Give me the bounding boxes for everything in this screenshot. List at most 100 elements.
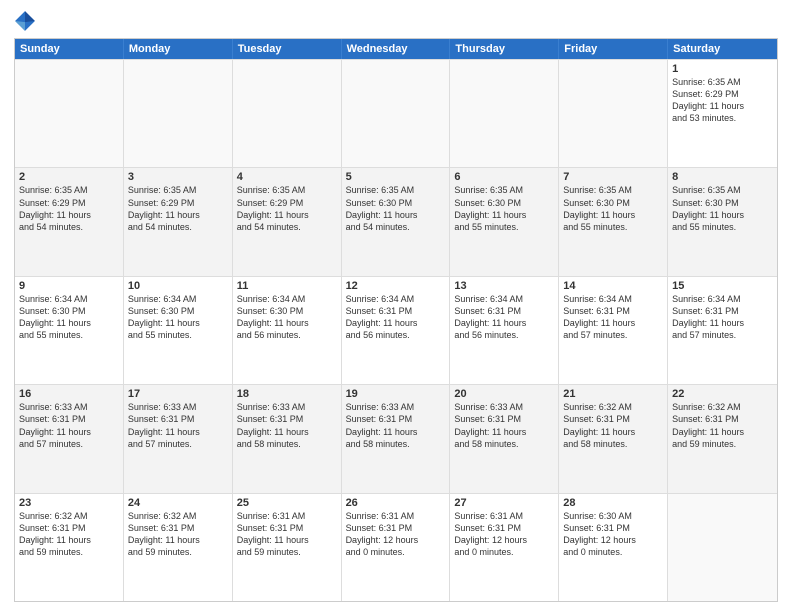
day-number: 22 — [672, 388, 773, 400]
day-number: 25 — [237, 497, 337, 509]
calendar-cell: 2Sunrise: 6:35 AM Sunset: 6:29 PM Daylig… — [15, 168, 124, 275]
cell-text: Sunrise: 6:34 AM Sunset: 6:31 PM Dayligh… — [346, 293, 446, 342]
calendar-cell: 16Sunrise: 6:33 AM Sunset: 6:31 PM Dayli… — [15, 385, 124, 492]
cell-text: Sunrise: 6:34 AM Sunset: 6:31 PM Dayligh… — [672, 293, 773, 342]
day-number: 26 — [346, 497, 446, 509]
cell-text: Sunrise: 6:30 AM Sunset: 6:31 PM Dayligh… — [563, 510, 663, 559]
page: SundayMondayTuesdayWednesdayThursdayFrid… — [0, 0, 792, 612]
cell-text: Sunrise: 6:34 AM Sunset: 6:31 PM Dayligh… — [454, 293, 554, 342]
calendar-cell: 21Sunrise: 6:32 AM Sunset: 6:31 PM Dayli… — [559, 385, 668, 492]
calendar-cell — [15, 60, 124, 167]
calendar-cell: 22Sunrise: 6:32 AM Sunset: 6:31 PM Dayli… — [668, 385, 777, 492]
cell-text: Sunrise: 6:32 AM Sunset: 6:31 PM Dayligh… — [128, 510, 228, 559]
calendar-header-cell: Monday — [124, 39, 233, 59]
calendar-cell: 20Sunrise: 6:33 AM Sunset: 6:31 PM Dayli… — [450, 385, 559, 492]
cell-text: Sunrise: 6:35 AM Sunset: 6:30 PM Dayligh… — [672, 184, 773, 233]
calendar-cell: 28Sunrise: 6:30 AM Sunset: 6:31 PM Dayli… — [559, 494, 668, 601]
day-number: 20 — [454, 388, 554, 400]
calendar-cell — [668, 494, 777, 601]
calendar-cell: 1Sunrise: 6:35 AM Sunset: 6:29 PM Daylig… — [668, 60, 777, 167]
cell-text: Sunrise: 6:34 AM Sunset: 6:30 PM Dayligh… — [19, 293, 119, 342]
calendar-header: SundayMondayTuesdayWednesdayThursdayFrid… — [15, 39, 777, 59]
calendar-cell: 13Sunrise: 6:34 AM Sunset: 6:31 PM Dayli… — [450, 277, 559, 384]
calendar-cell — [342, 60, 451, 167]
calendar-cell: 18Sunrise: 6:33 AM Sunset: 6:31 PM Dayli… — [233, 385, 342, 492]
cell-text: Sunrise: 6:34 AM Sunset: 6:30 PM Dayligh… — [128, 293, 228, 342]
cell-text: Sunrise: 6:33 AM Sunset: 6:31 PM Dayligh… — [237, 401, 337, 450]
calendar-cell: 26Sunrise: 6:31 AM Sunset: 6:31 PM Dayli… — [342, 494, 451, 601]
calendar-header-cell: Sunday — [15, 39, 124, 59]
day-number: 27 — [454, 497, 554, 509]
calendar-week: 2Sunrise: 6:35 AM Sunset: 6:29 PM Daylig… — [15, 167, 777, 275]
cell-text: Sunrise: 6:31 AM Sunset: 6:31 PM Dayligh… — [454, 510, 554, 559]
logo-icon — [14, 10, 36, 32]
cell-text: Sunrise: 6:35 AM Sunset: 6:29 PM Dayligh… — [19, 184, 119, 233]
calendar-cell: 25Sunrise: 6:31 AM Sunset: 6:31 PM Dayli… — [233, 494, 342, 601]
day-number: 21 — [563, 388, 663, 400]
cell-text: Sunrise: 6:35 AM Sunset: 6:30 PM Dayligh… — [563, 184, 663, 233]
cell-text: Sunrise: 6:35 AM Sunset: 6:30 PM Dayligh… — [454, 184, 554, 233]
calendar-cell: 8Sunrise: 6:35 AM Sunset: 6:30 PM Daylig… — [668, 168, 777, 275]
day-number: 19 — [346, 388, 446, 400]
cell-text: Sunrise: 6:33 AM Sunset: 6:31 PM Dayligh… — [19, 401, 119, 450]
day-number: 8 — [672, 171, 773, 183]
day-number: 16 — [19, 388, 119, 400]
day-number: 10 — [128, 280, 228, 292]
calendar-cell: 10Sunrise: 6:34 AM Sunset: 6:30 PM Dayli… — [124, 277, 233, 384]
calendar-cell: 17Sunrise: 6:33 AM Sunset: 6:31 PM Dayli… — [124, 385, 233, 492]
cell-text: Sunrise: 6:32 AM Sunset: 6:31 PM Dayligh… — [672, 401, 773, 450]
day-number: 4 — [237, 171, 337, 183]
cell-text: Sunrise: 6:35 AM Sunset: 6:29 PM Dayligh… — [237, 184, 337, 233]
day-number: 18 — [237, 388, 337, 400]
calendar-cell: 27Sunrise: 6:31 AM Sunset: 6:31 PM Dayli… — [450, 494, 559, 601]
cell-text: Sunrise: 6:32 AM Sunset: 6:31 PM Dayligh… — [563, 401, 663, 450]
calendar-week: 1Sunrise: 6:35 AM Sunset: 6:29 PM Daylig… — [15, 59, 777, 167]
cell-text: Sunrise: 6:31 AM Sunset: 6:31 PM Dayligh… — [346, 510, 446, 559]
cell-text: Sunrise: 6:33 AM Sunset: 6:31 PM Dayligh… — [346, 401, 446, 450]
calendar-cell — [559, 60, 668, 167]
logo — [14, 10, 38, 32]
header — [14, 10, 778, 32]
calendar-cell — [450, 60, 559, 167]
day-number: 9 — [19, 280, 119, 292]
calendar-cell: 9Sunrise: 6:34 AM Sunset: 6:30 PM Daylig… — [15, 277, 124, 384]
cell-text: Sunrise: 6:34 AM Sunset: 6:30 PM Dayligh… — [237, 293, 337, 342]
day-number: 1 — [672, 63, 773, 75]
calendar-cell: 3Sunrise: 6:35 AM Sunset: 6:29 PM Daylig… — [124, 168, 233, 275]
calendar-week: 9Sunrise: 6:34 AM Sunset: 6:30 PM Daylig… — [15, 276, 777, 384]
calendar-header-cell: Saturday — [668, 39, 777, 59]
calendar-cell: 11Sunrise: 6:34 AM Sunset: 6:30 PM Dayli… — [233, 277, 342, 384]
day-number: 7 — [563, 171, 663, 183]
calendar-cell: 23Sunrise: 6:32 AM Sunset: 6:31 PM Dayli… — [15, 494, 124, 601]
day-number: 11 — [237, 280, 337, 292]
calendar-body: 1Sunrise: 6:35 AM Sunset: 6:29 PM Daylig… — [15, 59, 777, 601]
calendar-cell: 19Sunrise: 6:33 AM Sunset: 6:31 PM Dayli… — [342, 385, 451, 492]
day-number: 6 — [454, 171, 554, 183]
cell-text: Sunrise: 6:33 AM Sunset: 6:31 PM Dayligh… — [128, 401, 228, 450]
day-number: 12 — [346, 280, 446, 292]
cell-text: Sunrise: 6:34 AM Sunset: 6:31 PM Dayligh… — [563, 293, 663, 342]
calendar-cell: 14Sunrise: 6:34 AM Sunset: 6:31 PM Dayli… — [559, 277, 668, 384]
cell-text: Sunrise: 6:35 AM Sunset: 6:29 PM Dayligh… — [672, 76, 773, 125]
calendar-cell: 4Sunrise: 6:35 AM Sunset: 6:29 PM Daylig… — [233, 168, 342, 275]
cell-text: Sunrise: 6:32 AM Sunset: 6:31 PM Dayligh… — [19, 510, 119, 559]
day-number: 15 — [672, 280, 773, 292]
day-number: 23 — [19, 497, 119, 509]
cell-text: Sunrise: 6:35 AM Sunset: 6:30 PM Dayligh… — [346, 184, 446, 233]
calendar-cell: 5Sunrise: 6:35 AM Sunset: 6:30 PM Daylig… — [342, 168, 451, 275]
day-number: 3 — [128, 171, 228, 183]
calendar-cell: 15Sunrise: 6:34 AM Sunset: 6:31 PM Dayli… — [668, 277, 777, 384]
calendar-cell — [233, 60, 342, 167]
calendar-header-cell: Thursday — [450, 39, 559, 59]
calendar: SundayMondayTuesdayWednesdayThursdayFrid… — [14, 38, 778, 602]
calendar-cell: 6Sunrise: 6:35 AM Sunset: 6:30 PM Daylig… — [450, 168, 559, 275]
cell-text: Sunrise: 6:33 AM Sunset: 6:31 PM Dayligh… — [454, 401, 554, 450]
calendar-cell — [124, 60, 233, 167]
calendar-week: 23Sunrise: 6:32 AM Sunset: 6:31 PM Dayli… — [15, 493, 777, 601]
day-number: 28 — [563, 497, 663, 509]
cell-text: Sunrise: 6:35 AM Sunset: 6:29 PM Dayligh… — [128, 184, 228, 233]
day-number: 24 — [128, 497, 228, 509]
day-number: 5 — [346, 171, 446, 183]
calendar-week: 16Sunrise: 6:33 AM Sunset: 6:31 PM Dayli… — [15, 384, 777, 492]
calendar-cell: 24Sunrise: 6:32 AM Sunset: 6:31 PM Dayli… — [124, 494, 233, 601]
